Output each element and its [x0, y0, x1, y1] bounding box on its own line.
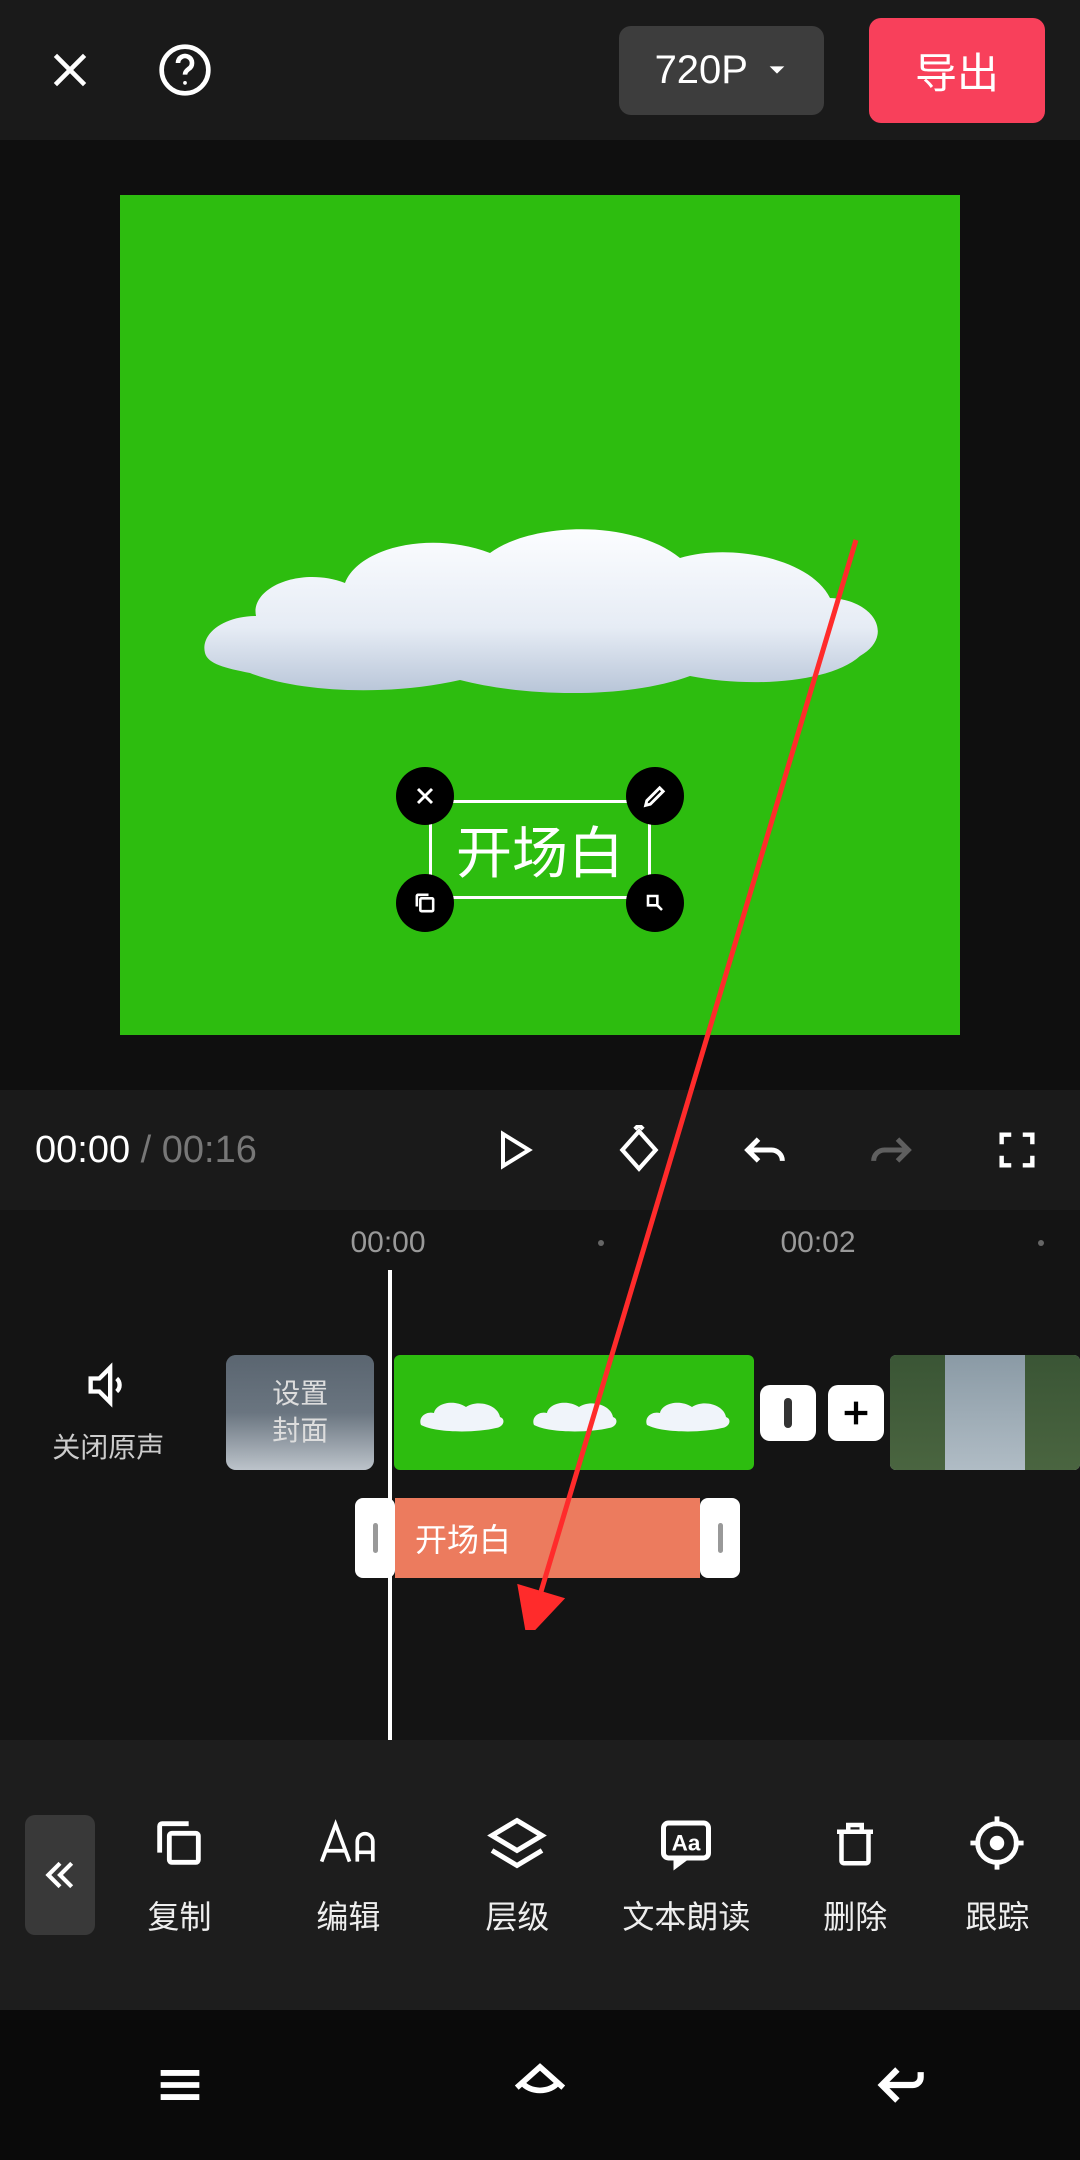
svg-text:Aa: Aa	[672, 1831, 701, 1856]
text-copy-handle[interactable]	[396, 874, 454, 932]
tool-copy[interactable]: 复制	[135, 1812, 264, 1938]
export-button[interactable]: 导出	[869, 18, 1045, 123]
text-clip[interactable]: 开场白	[355, 1498, 740, 1578]
trash-icon	[828, 1816, 882, 1870]
set-cover-button[interactable]: 设置 封面	[226, 1355, 374, 1470]
video-clip-2[interactable]	[890, 1355, 1080, 1470]
resolution-label: 720P	[655, 48, 748, 93]
help-button[interactable]	[150, 35, 220, 105]
close-button[interactable]	[35, 35, 105, 105]
tool-edit[interactable]: 编辑	[264, 1812, 433, 1938]
transition-button-1[interactable]	[760, 1385, 816, 1441]
layers-icon	[487, 1813, 547, 1873]
video-track[interactable]	[394, 1355, 1080, 1470]
mute-button[interactable]	[82, 1359, 134, 1416]
timeline-ruler[interactable]: 00:00 00:02	[0, 1210, 1080, 1270]
chevron-down-icon	[766, 59, 788, 81]
toolbar-back-button[interactable]	[25, 1815, 95, 1935]
video-clip-1[interactable]	[394, 1355, 754, 1470]
nav-back-button[interactable]	[850, 2050, 950, 2120]
playhead[interactable]	[388, 1270, 392, 1740]
nav-home-button[interactable]	[490, 2050, 590, 2120]
preview-area: 开场白	[0, 140, 1080, 1090]
resolution-selector[interactable]: 720P	[619, 26, 824, 115]
mute-label: 关闭原声	[52, 1426, 164, 1466]
tool-delete[interactable]: 删除	[771, 1812, 940, 1938]
timeline[interactable]: 关闭原声 设置 封面	[0, 1270, 1080, 1740]
undo-button[interactable]	[737, 1122, 793, 1178]
redo-button[interactable]	[863, 1122, 919, 1178]
text-delete-handle[interactable]	[396, 767, 454, 825]
overlay-text: 开场白	[456, 822, 624, 885]
add-clip-button[interactable]	[828, 1385, 884, 1441]
text-scale-handle[interactable]	[626, 874, 684, 932]
tool-tts[interactable]: Aa 文本朗读	[602, 1812, 771, 1938]
cloud-graphic	[190, 488, 890, 708]
target-icon	[968, 1814, 1026, 1872]
tts-icon: Aa	[656, 1813, 716, 1873]
copy-icon	[150, 1814, 208, 1872]
text-selection[interactable]: 开场白	[429, 800, 651, 899]
nav-recent-button[interactable]	[130, 2050, 230, 2120]
tool-track[interactable]: 跟踪	[940, 1812, 1055, 1938]
play-button[interactable]	[485, 1122, 541, 1178]
text-aa-icon	[317, 1812, 379, 1874]
text-edit-handle[interactable]	[626, 767, 684, 825]
fullscreen-button[interactable]	[989, 1122, 1045, 1178]
tool-layer[interactable]: 层级	[433, 1812, 602, 1938]
time-display: 00:00 / 00:16	[35, 1129, 257, 1172]
text-clip-handle-right[interactable]	[700, 1498, 740, 1578]
video-canvas[interactable]: 开场白	[120, 195, 960, 1035]
keyframe-button[interactable]	[611, 1122, 667, 1178]
